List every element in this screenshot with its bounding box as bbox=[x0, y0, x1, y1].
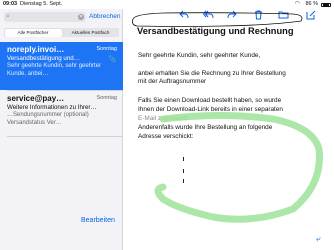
mailbox-list-pane: ⌕ ✕ Abbrechen Alle Postfächer Aktuelles … bbox=[0, 9, 123, 250]
scope-segmented-control: Alle Postfächer Aktuelles Postfach bbox=[4, 28, 119, 37]
redacted-mark bbox=[183, 179, 184, 183]
message-line: Ihnen der Download-Link bereits in einer… bbox=[138, 106, 283, 113]
folder-icon[interactable] bbox=[277, 9, 289, 21]
message-line: Adresse verschickt: bbox=[138, 133, 194, 140]
cancel-button[interactable]: Abbrechen bbox=[89, 12, 120, 22]
status-bar: 09:03 Dienstag 5. Sept. ◠ 86 % bbox=[0, 0, 334, 9]
mail-preview: Sehr geehrte Kundin, sehr geehrter Kunde… bbox=[7, 63, 102, 77]
search-icon: ⌕ bbox=[6, 13, 10, 20]
mail-subject: Versandbestätigung und… bbox=[7, 55, 80, 62]
message-line: Falls Sie einen Download bestellt haben,… bbox=[138, 97, 282, 104]
message-salutation: Sehr geehrte Kundin, sehr geehrter Kunde… bbox=[138, 52, 261, 59]
mail-preview: …Sendungsnummer (optional) Versandstatus… bbox=[7, 112, 89, 126]
message-line: mit der Auftragsnummer bbox=[138, 78, 207, 85]
mail-sender: service@pay… bbox=[7, 94, 65, 103]
bottom-reply-icon[interactable]: ⤶ bbox=[316, 234, 320, 244]
redacted-mark bbox=[183, 169, 184, 173]
paperclip-icon: 📎 bbox=[108, 57, 116, 63]
battery-percent: 86 % bbox=[305, 1, 318, 7]
mail-sender: noreply.invoi… bbox=[7, 45, 65, 54]
search-field[interactable]: ⌕ ✕ bbox=[4, 12, 86, 22]
search-input[interactable] bbox=[14, 12, 74, 22]
edit-button[interactable]: Bearbeiten bbox=[81, 217, 115, 224]
mail-date: Sonntag bbox=[96, 46, 118, 52]
mail-list-item[interactable]: noreply.invoi… Sonntag Versandbestätigun… bbox=[0, 42, 123, 90]
reply-all-icon[interactable] bbox=[202, 9, 214, 21]
status-time: 09:03 bbox=[3, 1, 18, 7]
redacted-mark bbox=[183, 157, 184, 161]
segment-current-mailbox[interactable]: Aktuelles Postfach bbox=[62, 28, 119, 37]
reply-icon[interactable] bbox=[178, 9, 190, 21]
status-date: Dienstag 5. Sept. bbox=[20, 1, 63, 7]
mail-list-item[interactable]: service@pay… Sonntag Weitere Information… bbox=[0, 91, 123, 135]
message-pane: Versandbestätigung und Rechnung Sehr gee… bbox=[123, 9, 334, 250]
compose-icon[interactable] bbox=[305, 9, 317, 21]
battery-icon bbox=[321, 2, 331, 7]
message-subject: Versandbestätigung und Rechnung bbox=[137, 26, 294, 36]
clear-icon[interactable]: ✕ bbox=[78, 14, 84, 20]
trash-icon[interactable] bbox=[252, 9, 264, 21]
message-line: E-Mail zugesandt. bbox=[138, 115, 190, 122]
mail-subject: Weitere Informationen zu Ihrer… bbox=[7, 104, 97, 111]
list-divider bbox=[7, 136, 123, 137]
segment-all-mailboxes[interactable]: Alle Postfächer bbox=[4, 28, 62, 37]
message-line: Anderenfalls wurde Ihre Bestellung an fo… bbox=[138, 124, 273, 131]
wifi-icon: ◠ bbox=[294, 1, 300, 7]
forward-icon[interactable] bbox=[226, 9, 238, 21]
mail-date: Sonntag bbox=[96, 95, 118, 101]
